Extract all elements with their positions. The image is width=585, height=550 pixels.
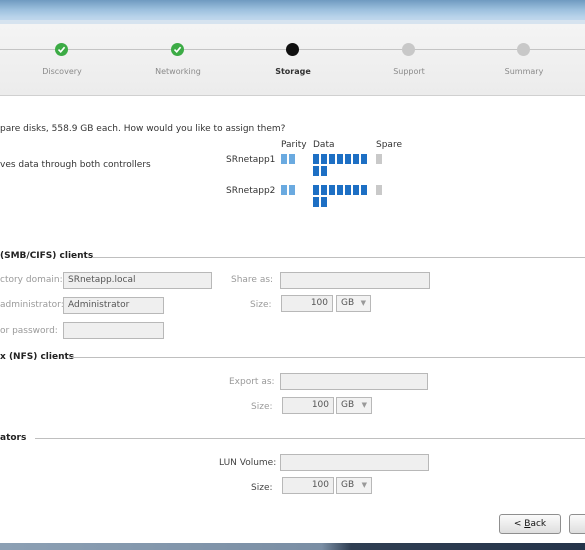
disk-data (361, 154, 367, 164)
iscsi-size-unit-select[interactable]: GB ▼ (336, 477, 372, 494)
smb-admin-label: administrator: (0, 300, 64, 310)
col-data-header: Data (313, 140, 335, 150)
smb-domain-field[interactable]: SRnetapp.local (63, 272, 212, 289)
disk-parity (281, 154, 287, 164)
chevron-down-icon: ▼ (360, 299, 366, 307)
col-spare-header: Spare (376, 140, 402, 150)
disk-data (321, 185, 327, 195)
iscsi-lun-field[interactable] (280, 454, 429, 471)
wizard-progress: Discovery Networking Storage Support Sum… (0, 24, 585, 96)
next-button[interactable] (569, 514, 585, 534)
smb-section-title: (SMB/CIFS) clients (0, 251, 94, 261)
disk-data (313, 197, 319, 207)
disk-data (329, 154, 335, 164)
iscsi-size-unit-value: GB (341, 480, 355, 490)
nfs-size-field[interactable]: 100 (282, 397, 334, 414)
disk-data (353, 154, 359, 164)
nfs-size-unit-value: GB (341, 400, 355, 410)
smb-password-field[interactable] (63, 322, 164, 339)
disk-data (353, 185, 359, 195)
back-button-rest: ack (530, 519, 547, 529)
iscsi-section-rule (35, 438, 585, 439)
smb-share-label: Share as: (231, 275, 274, 285)
window-titlebar (0, 0, 585, 24)
controller-2-spare-disks (376, 185, 382, 195)
smb-admin-field[interactable]: Administrator (63, 297, 164, 314)
controller-2-parity-disks (281, 185, 301, 195)
smb-size-label: Size: (250, 300, 272, 310)
step-support-label: Support (393, 67, 425, 76)
disk-spare (376, 185, 382, 195)
chevron-down-icon: ▼ (361, 401, 367, 409)
disk-spare (376, 154, 382, 164)
step-networking-label: Networking (155, 67, 201, 76)
smb-share-field[interactable] (280, 272, 430, 289)
controller-1-spare-disks (376, 154, 382, 164)
disk-option-text[interactable]: ves data through both controllers (0, 160, 151, 170)
controller-1-name: SRnetapp1 (226, 155, 276, 165)
disk-data (321, 197, 327, 207)
controller-1-data-disks (313, 154, 367, 176)
disk-parity (289, 185, 295, 195)
smb-size-unit-select[interactable]: GB ▼ (336, 295, 371, 312)
disk-parity (289, 154, 295, 164)
disk-data (329, 185, 335, 195)
step-summary-pending-icon (517, 43, 530, 56)
disk-data (321, 154, 327, 164)
iscsi-size-field[interactable]: 100 (282, 477, 334, 494)
back-button-prefix: < (513, 519, 525, 529)
step-discovery-check-icon (55, 43, 68, 56)
smb-size-field[interactable]: 100 (281, 295, 333, 312)
disk-data (321, 166, 327, 176)
nfs-section-title: x (NFS) clients (0, 352, 75, 362)
nfs-export-label: Export as: (229, 377, 275, 387)
col-parity-header: Parity (281, 140, 307, 150)
smb-domain-label: ctory domain: (0, 275, 63, 285)
smb-size-unit-value: GB (341, 298, 355, 308)
disk-data (337, 154, 343, 164)
disk-data (337, 185, 343, 195)
disk-data (345, 154, 351, 164)
step-discovery-label: Discovery (42, 67, 82, 76)
smb-password-label: or password: (0, 326, 58, 336)
smb-section-rule (92, 257, 585, 258)
iscsi-section-title: ators (0, 433, 27, 443)
controller-2-data-disks (313, 185, 367, 207)
step-summary-label: Summary (504, 67, 544, 76)
taskbar (0, 543, 585, 550)
iscsi-lun-label: LUN Volume: (219, 458, 277, 468)
disk-data (345, 185, 351, 195)
back-button[interactable]: < Back (499, 514, 561, 534)
step-storage-current-icon (286, 43, 299, 56)
disk-data (313, 154, 319, 164)
chevron-down-icon: ▼ (361, 481, 367, 489)
disk-data (313, 166, 319, 176)
disk-parity (281, 185, 287, 195)
disk-question: pare disks, 558.9 GB each. How would you… (0, 124, 286, 134)
disk-data (313, 185, 319, 195)
controller-1-parity-disks (281, 154, 301, 164)
nfs-export-field[interactable] (280, 373, 428, 390)
step-storage-label: Storage (275, 67, 311, 76)
step-networking-check-icon (171, 43, 184, 56)
iscsi-size-label: Size: (251, 483, 273, 493)
nfs-size-label: Size: (251, 402, 273, 412)
step-support-pending-icon (402, 43, 415, 56)
nfs-section-rule (71, 357, 585, 358)
nfs-size-unit-select[interactable]: GB ▼ (336, 397, 372, 414)
controller-2-name: SRnetapp2 (226, 186, 276, 196)
disk-data (361, 185, 367, 195)
